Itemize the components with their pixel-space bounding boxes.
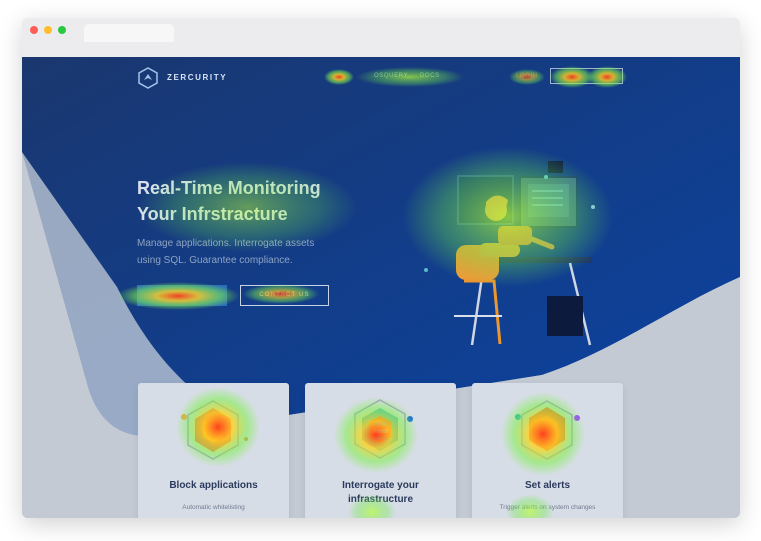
set-alerts-icon (515, 400, 580, 460)
nav-link-docs[interactable]: DOCS (420, 73, 440, 79)
feature-description-block-applications: Automatic whitelisting (182, 504, 245, 511)
hero-title: Real-Time Monitoring Your Infrstracture (137, 175, 387, 227)
web-page: ZERCURITY OSQUERY DOCS LOGIN Real-Time M… (22, 57, 740, 518)
browser-chrome (22, 18, 740, 57)
minimize-window-dot[interactable] (44, 26, 52, 34)
brand-name[interactable]: ZERCURITY (167, 73, 227, 82)
hero-subtitle: Manage applications. Interrogate assets … (137, 235, 347, 269)
close-window-dot[interactable] (30, 26, 38, 34)
hero-title-line-2: Your Infrstracture (137, 204, 288, 224)
zercurity-logo-icon[interactable] (137, 67, 159, 89)
feature-title-interrogate-infrastructure: Interrogate your infrastructure (315, 479, 446, 507)
browser-tab[interactable] (84, 24, 174, 42)
feature-card-interrogate-infrastructure[interactable]: Interrogate your infrastructure (305, 383, 456, 518)
feature-title-interrogate-line-1: Interrogate your (342, 480, 419, 491)
block-applications-icon (181, 400, 248, 460)
interrogate-infrastructure-icon (354, 399, 413, 459)
feature-description-set-alerts: Trigger alerts on system changes (499, 504, 596, 511)
monitoring-illustration (424, 161, 595, 346)
feature-card-block-applications[interactable]: Block applications Automatic whitelistin… (138, 383, 289, 518)
contact-us-button[interactable]: CONTACT US (240, 285, 329, 306)
hero-title-line-1: Real-Time Monitoring (137, 178, 321, 198)
maximize-window-dot[interactable] (58, 26, 66, 34)
feature-card-set-alerts[interactable]: Set alerts Trigger alerts on system chan… (472, 383, 623, 518)
hero-subtitle-line-1: Manage applications. Interrogate assets (137, 238, 315, 249)
nav-cta-button[interactable] (550, 68, 623, 84)
feature-title-block-applications: Block applications (169, 480, 258, 491)
nav-link-osquery[interactable]: OSQUERY (374, 73, 408, 79)
hero-subtitle-line-2: using SQL. Guarantee compliance. (137, 255, 293, 266)
browser-window: ZERCURITY OSQUERY DOCS LOGIN Real-Time M… (22, 18, 740, 518)
primary-cta-button[interactable] (137, 285, 227, 306)
feature-title-interrogate-line-2: infrastructure (347, 494, 413, 505)
feature-title-set-alerts: Set alerts (524, 480, 571, 491)
nav-link-login[interactable]: LOGIN (516, 73, 538, 79)
